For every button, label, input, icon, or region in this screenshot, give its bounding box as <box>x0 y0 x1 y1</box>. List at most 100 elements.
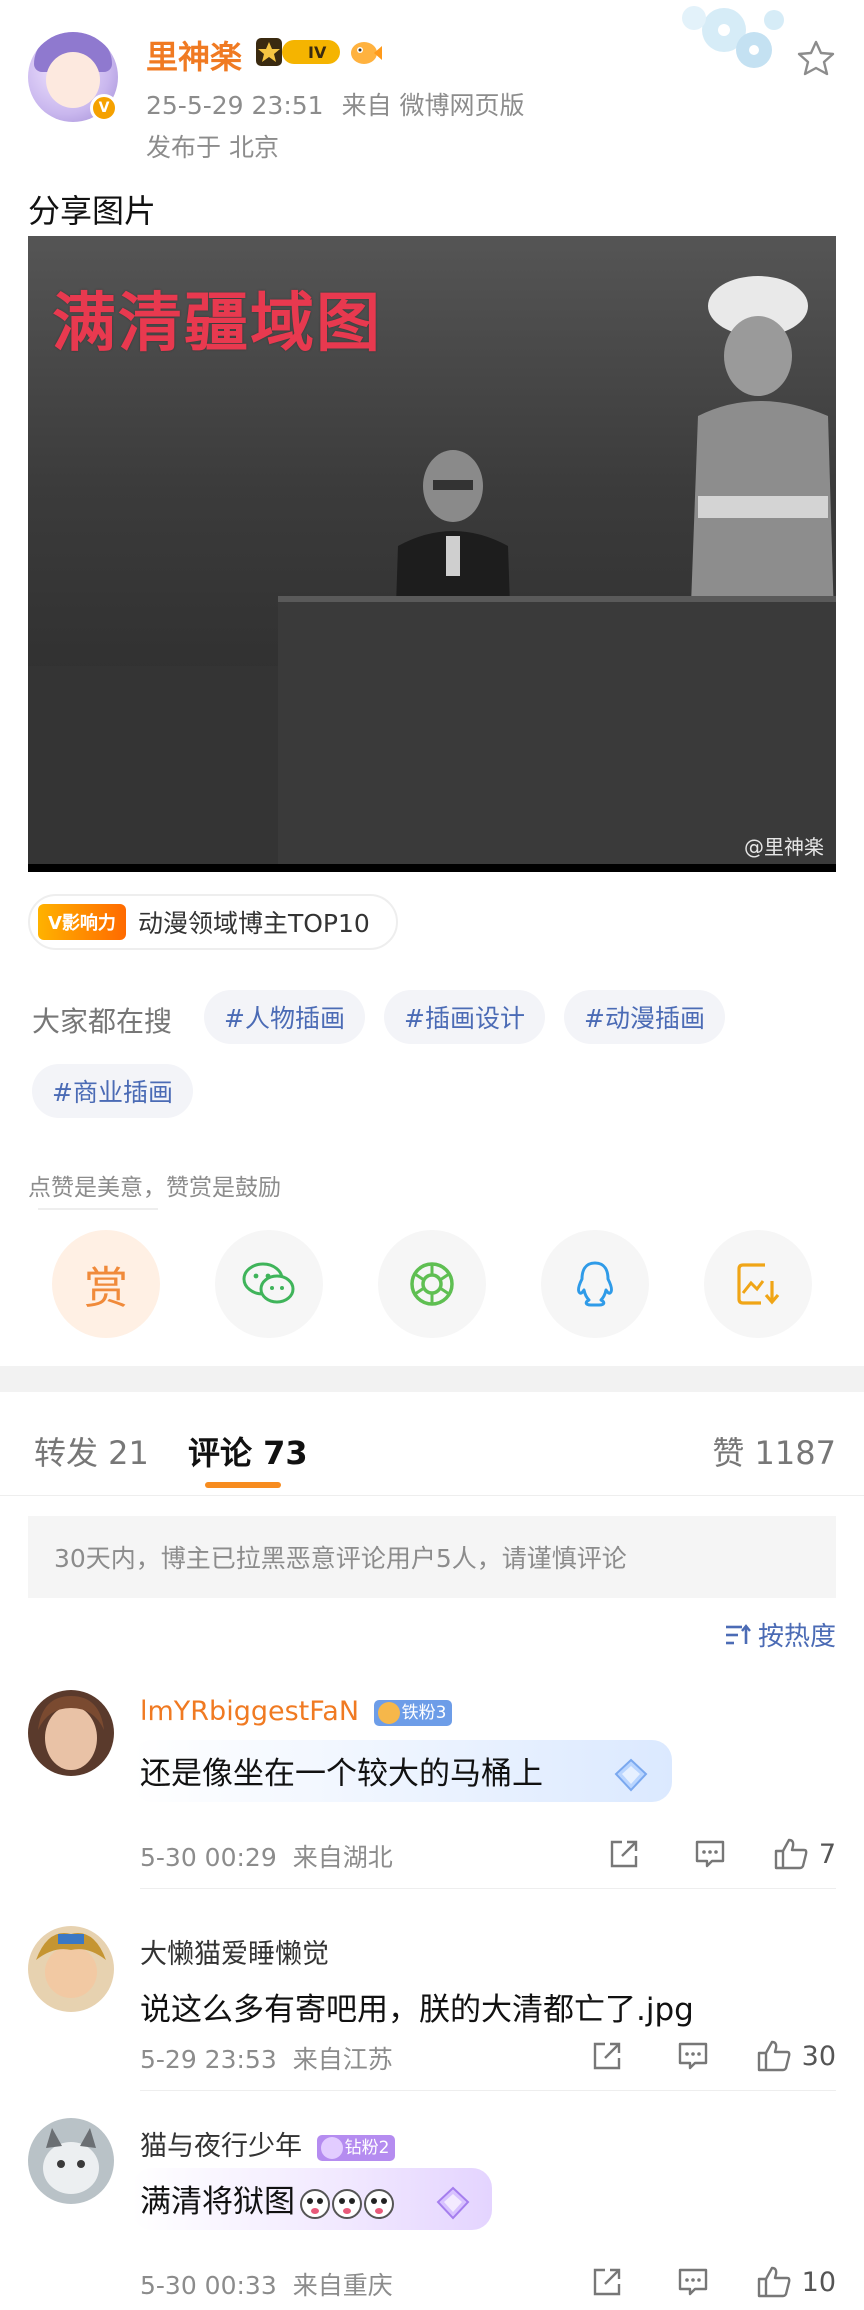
share-icon <box>593 2268 620 2296</box>
comment-actions: 30 <box>564 2036 836 2076</box>
influence-text: 动漫领域博主TOP10 <box>137 909 370 938</box>
influence-tag[interactable]: V影响力 动漫领域博主TOP10 <box>28 894 398 950</box>
commenter-avatar[interactable] <box>28 1926 114 2012</box>
comment-icon <box>678 2268 707 2296</box>
thumbs-up-icon <box>757 2040 791 2072</box>
comment-meta: 5-29 23:53 来自江苏 <box>140 2040 409 2076</box>
image-caption: 满清疆域图 <box>52 287 382 361</box>
comment-time: 5-30 00:33 <box>140 2271 277 2300</box>
comment-actions: 7 <box>581 1834 836 1874</box>
search-tag[interactable]: #插画设计 <box>384 990 545 1044</box>
comment-item: 猫与夜行少年 钻粉2 满清将狱图 5-30 00:33 来自重庆 10 <box>28 2118 836 2308</box>
fish-badge-icon <box>351 42 382 64</box>
comment-reply-button[interactable] <box>650 2262 736 2302</box>
commenter-name-text: 猫与夜行少年 <box>140 2131 302 2162</box>
post-meta: 25-5-29 23:51 来自 微博网页版 <box>146 86 543 122</box>
search-tag[interactable]: #动漫插画 <box>564 990 725 1044</box>
post-source: 来自 微博网页版 <box>341 91 525 120</box>
comment-time: 5-29 23:53 <box>140 2045 277 2074</box>
tab-repost[interactable]: 转发 21 <box>34 1428 149 1474</box>
comment-item: lmYRbiggestFaN 铁粉3 还是像坐在一个较大的马桶上 5-30 00… <box>28 1690 836 1890</box>
comment-meta: 5-30 00:29 来自湖北 <box>140 1838 409 1874</box>
comment-share-button[interactable] <box>581 1834 667 1874</box>
save-image-icon <box>737 1263 780 1305</box>
commenter-avatar[interactable] <box>28 2118 114 2204</box>
verified-icon: V <box>90 94 118 122</box>
active-tab-indicator <box>205 1482 281 1488</box>
comment-icon <box>695 1840 725 1868</box>
post-header: V 里神楽 IV 25-5-29 23:51 来自 微博网页版 发布于 北京 <box>28 28 808 168</box>
reward-button[interactable]: 赏 <box>52 1230 160 1338</box>
post-text: 分享图片 <box>28 192 157 230</box>
comment-reply-button[interactable] <box>667 1834 753 1874</box>
author-name[interactable]: 里神楽 <box>146 32 242 78</box>
comment-text: 还是像坐在一个较大的马桶上 <box>140 1756 543 1792</box>
comment-like-button[interactable]: 10 <box>736 2265 836 2299</box>
emoji-icons <box>300 2188 394 2219</box>
comment-text: 满清将狱图 <box>140 2176 395 2221</box>
share-row: 赏 <box>52 1230 812 1338</box>
diamond-decor-icon <box>614 1758 648 1792</box>
post-time: 25-5-29 23:51 <box>146 91 324 120</box>
trending-search-label: 大家都在搜 <box>32 1005 173 1038</box>
comment-text-body: 满清将狱图 <box>140 2184 295 2220</box>
diamond-badge-icon <box>320 2136 343 2159</box>
comment-share-button[interactable] <box>564 2036 650 2076</box>
tab-bar: 转发 21 评论 73 赞 1187 <box>0 1392 864 1496</box>
commenter-name[interactable]: 猫与夜行少年 钻粉2 <box>140 2124 396 2163</box>
comment-share-button[interactable] <box>564 2262 650 2302</box>
influence-badge: V影响力 <box>38 904 126 940</box>
share-icon <box>610 1840 638 1868</box>
tab-comments[interactable]: 评论 73 <box>188 1428 308 1474</box>
wechat-icon <box>242 1262 295 1304</box>
sort-icon <box>725 1623 751 1644</box>
comment-item: 大懒猫爱睡懒觉 说这么多有寄吧用，朕的大清都亡了.jpg 5-29 23:53 来… <box>28 1926 836 2126</box>
comment-location: 来自重庆 <box>292 2271 393 2300</box>
fan-badge-label: 铁粉3 <box>401 1702 447 1723</box>
fan-badge: 钻粉2 <box>316 2134 396 2161</box>
comment-notice: 30天内，博主已拉黑恶意评论用户5人，请谨慎评论 <box>28 1516 836 1598</box>
comment-time: 5-30 00:29 <box>140 1843 277 1872</box>
diamond-decor-icon <box>436 2186 470 2220</box>
post-image[interactable]: 满清疆域图 @里神楽 <box>28 236 836 872</box>
thumbs-up-icon <box>774 1838 808 1870</box>
sort-button[interactable]: 按热度 <box>724 1616 836 1653</box>
commenter-name-text: lmYRbiggestFaN <box>140 1696 360 1727</box>
comment-location: 来自江苏 <box>292 2045 393 2074</box>
tab-likes[interactable]: 赞 1187 <box>712 1428 836 1474</box>
comment-icon <box>678 2042 707 2070</box>
thumbs-up-icon <box>757 2266 791 2298</box>
praise-text: 点赞是美意，赞赏是鼓励 <box>28 1175 281 1201</box>
like-count: 30 <box>801 2040 836 2072</box>
like-count: 7 <box>818 1838 836 1870</box>
reward-icon: 赏 <box>84 1263 128 1314</box>
sort-label: 按热度 <box>757 1622 836 1652</box>
like-count: 10 <box>801 2266 836 2298</box>
level-badge-label: IV <box>308 43 327 62</box>
comment-location: 来自湖北 <box>292 1843 393 1872</box>
search-tag[interactable]: #商业插画 <box>32 1064 193 1118</box>
image-watermark: @里神楽 <box>744 835 824 859</box>
comment-text: 说这么多有寄吧用，朕的大清都亡了.jpg <box>140 1992 694 2028</box>
comment-like-button[interactable]: 30 <box>736 2039 836 2073</box>
qq-icon <box>577 1261 613 1307</box>
commenter-avatar[interactable] <box>28 1690 114 1776</box>
fan-badge-label: 钻粉2 <box>344 2137 390 2158</box>
share-wechat-button[interactable] <box>215 1230 323 1338</box>
fan-badge: 铁粉3 <box>373 1699 453 1726</box>
search-tag[interactable]: #人物插画 <box>204 990 365 1044</box>
comment-like-button[interactable]: 7 <box>753 1837 836 1871</box>
share-icon <box>593 2042 620 2070</box>
fan-badge-icon <box>377 1701 400 1724</box>
comment-actions: 10 <box>564 2262 836 2302</box>
post-location: 发布于 北京 <box>146 133 279 162</box>
commenter-name[interactable]: lmYRbiggestFaN 铁粉3 <box>140 1696 453 1727</box>
comment-reply-button[interactable] <box>650 2036 736 2076</box>
share-moments-button[interactable] <box>378 1230 486 1338</box>
commenter-name[interactable]: 大懒猫爱睡懒觉 <box>140 1932 329 1971</box>
level-badge: IV <box>256 38 340 66</box>
share-qq-button[interactable] <box>541 1230 649 1338</box>
comment-meta: 5-30 00:33 来自重庆 <box>140 2266 409 2302</box>
save-image-button[interactable] <box>704 1230 812 1338</box>
moments-icon <box>410 1262 454 1306</box>
